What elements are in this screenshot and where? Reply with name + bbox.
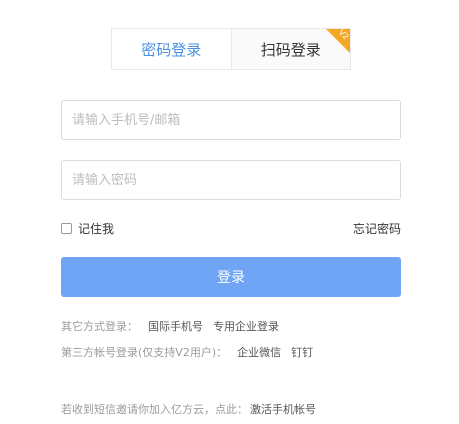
login-button[interactable]: 登录 xyxy=(61,257,401,297)
forgot-password-link[interactable]: 忘记密码 xyxy=(353,220,401,237)
tab-qrcode-login-label: 扫码登录 xyxy=(260,40,321,59)
password-input[interactable] xyxy=(61,160,401,200)
invite-label: 若收到短信邀请你加入亿方云，点此： xyxy=(61,403,248,416)
intl-phone-link[interactable]: 国际手机号 xyxy=(148,318,203,334)
dingtalk-link[interactable]: 钉钉 xyxy=(291,344,313,360)
tab-password-login[interactable]: 密码登录 xyxy=(112,29,232,69)
other-login-label: 其它方式登录： xyxy=(61,320,138,333)
third-party-login: 第三方帐号登录(仅支持V2用户)： 企业微信 钉钉 xyxy=(61,344,313,360)
login-tabs: 密码登录 扫码登录 V2 xyxy=(111,28,351,70)
activate-phone-link[interactable]: 激活手机帐号 xyxy=(250,401,316,417)
other-login-methods: 其它方式登录： 国际手机号 专用企业登录 xyxy=(61,318,279,334)
remember-row: 记住我 忘记密码 xyxy=(61,218,401,238)
tab-password-login-label: 密码登录 xyxy=(141,40,202,59)
tab-qrcode-login[interactable]: 扫码登录 V2 xyxy=(231,28,351,69)
invite-activation: 若收到短信邀请你加入亿方云，点此： 激活手机帐号 xyxy=(61,401,316,417)
remember-me[interactable]: 记住我 xyxy=(61,220,114,237)
enterprise-login-link[interactable]: 专用企业登录 xyxy=(213,318,279,334)
wechat-work-link[interactable]: 企业微信 xyxy=(237,344,281,360)
remember-label: 记住我 xyxy=(78,221,115,236)
third-party-label: 第三方帐号登录(仅支持V2用户)： xyxy=(61,346,228,359)
account-input[interactable] xyxy=(61,100,401,140)
remember-checkbox[interactable] xyxy=(61,222,72,234)
